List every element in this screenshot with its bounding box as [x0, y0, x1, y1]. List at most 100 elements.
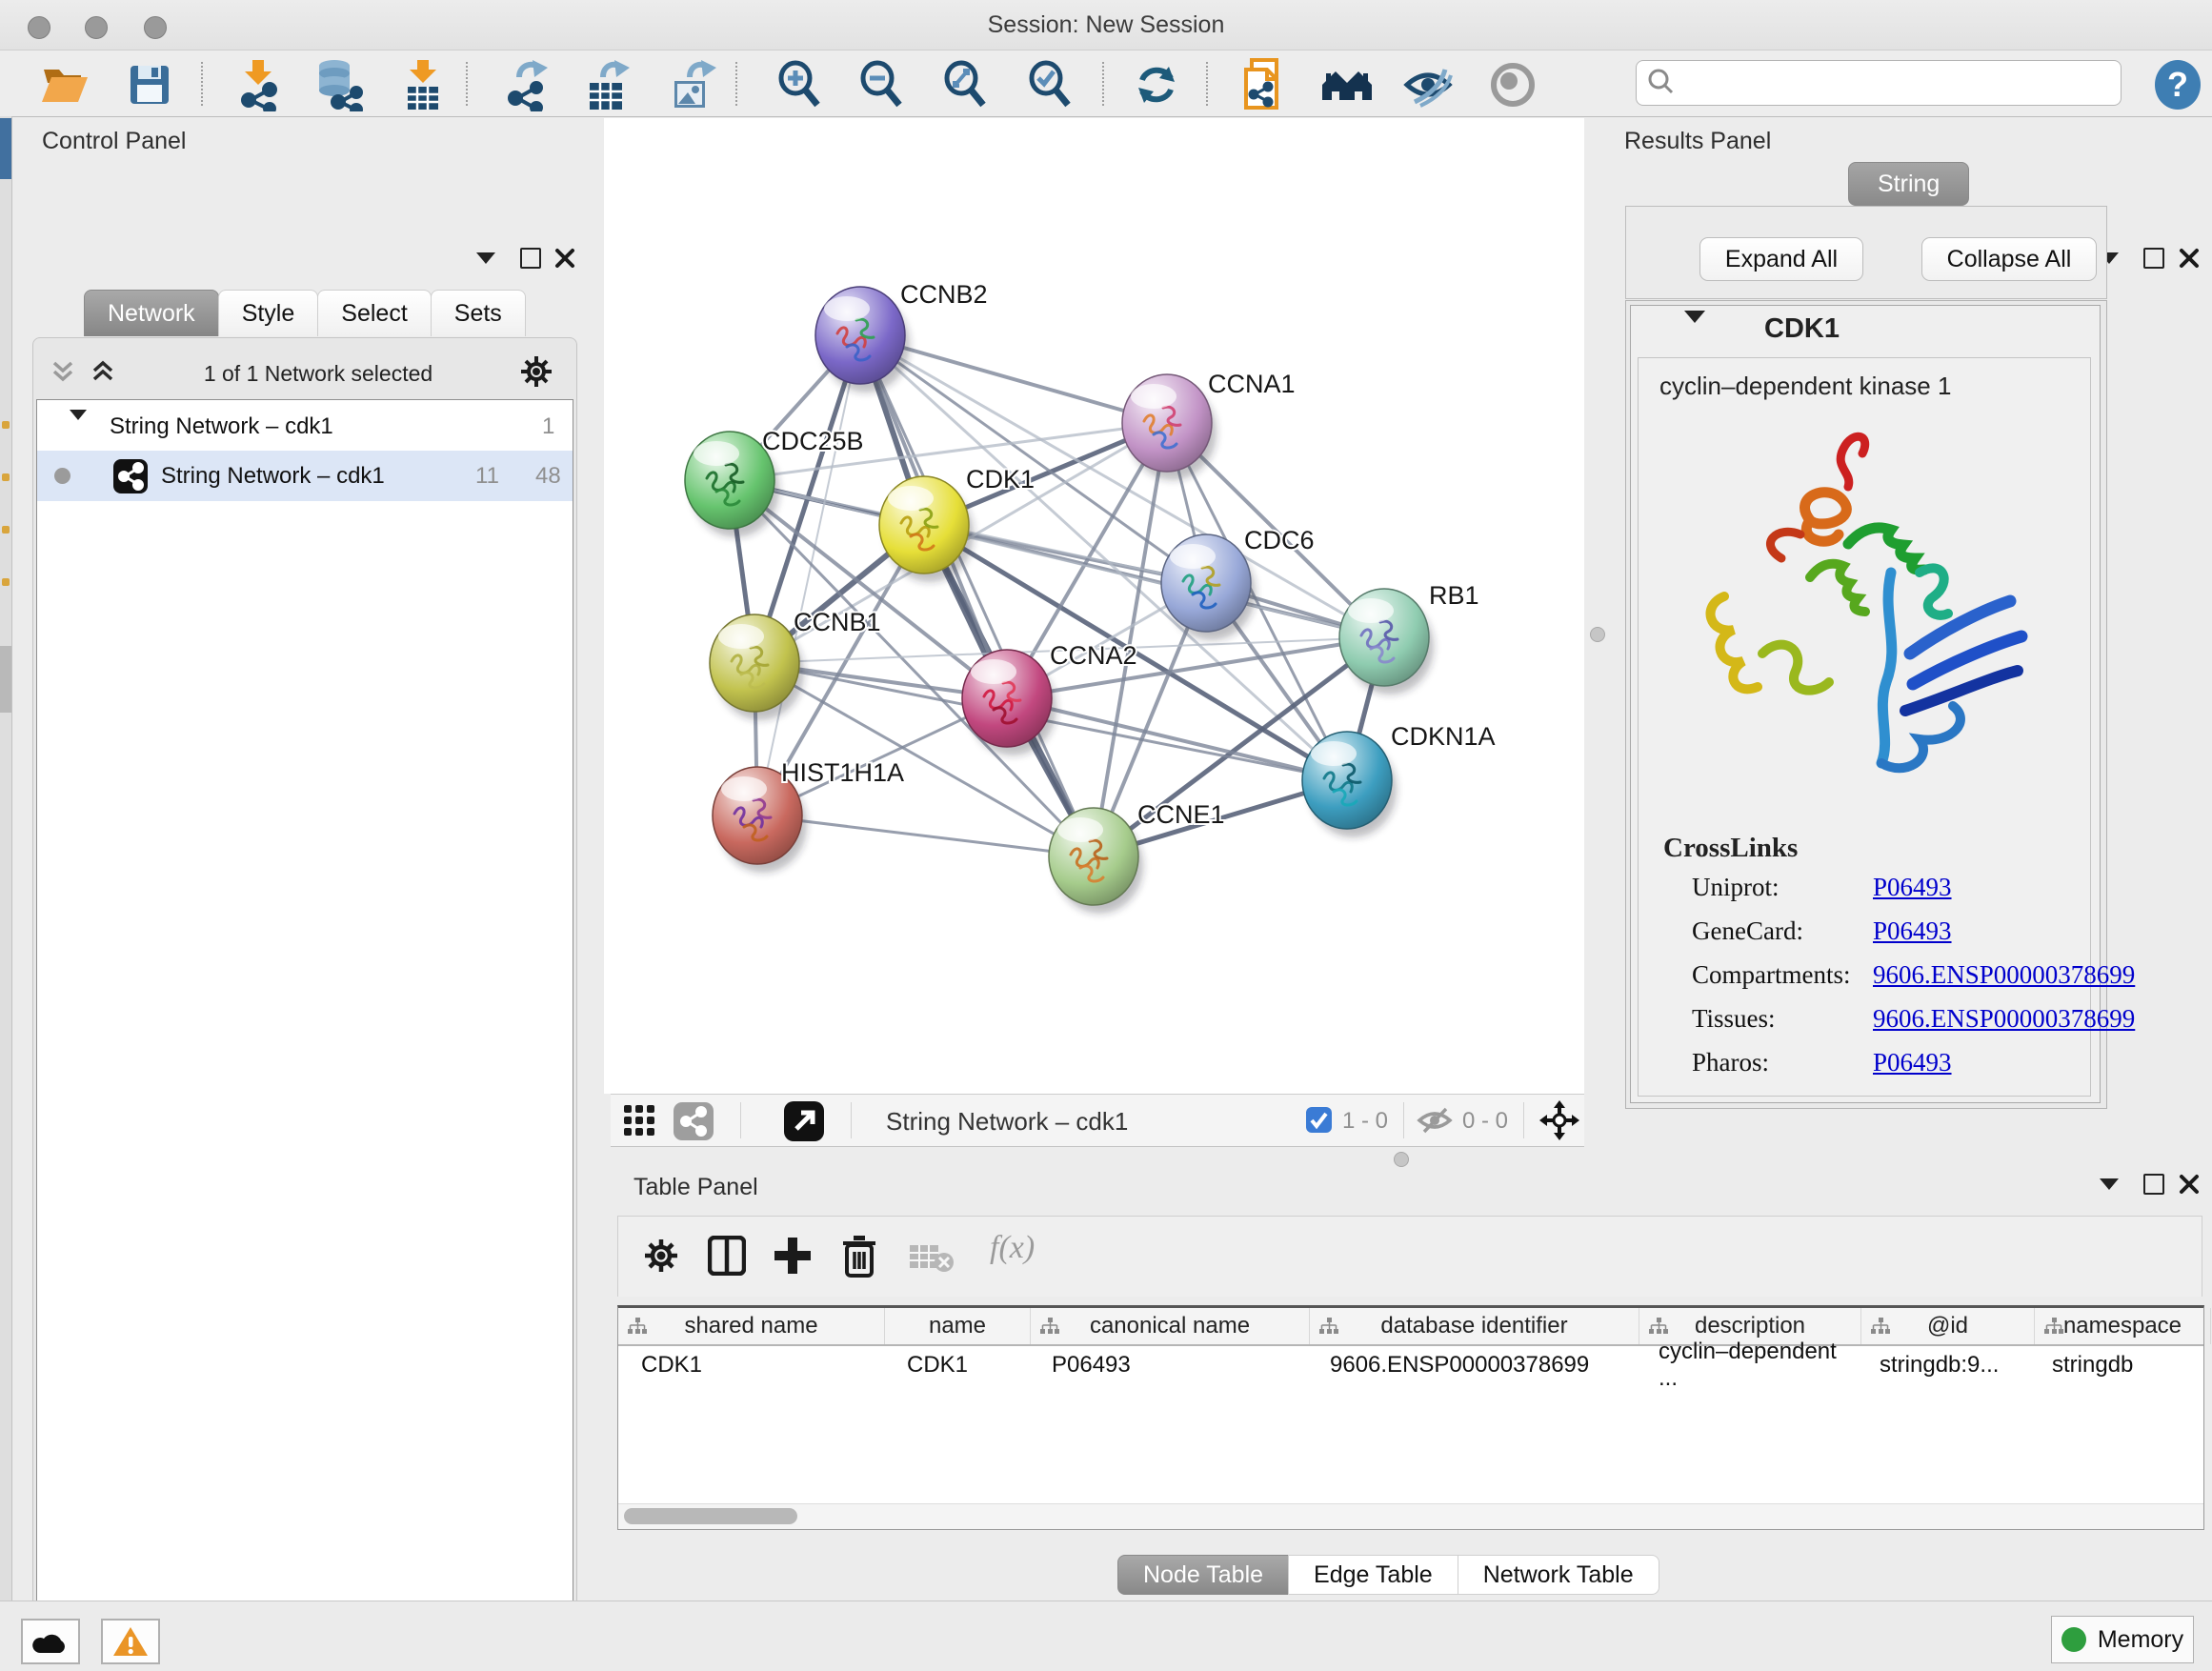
crosslink-link[interactable]: P06493	[1873, 1048, 1952, 1077]
function-builder-icon[interactable]: f(x)	[990, 1230, 1035, 1266]
column-header-namespace[interactable]: namespace	[2035, 1308, 2211, 1344]
birdseye-navigator-icon[interactable]	[1539, 1100, 1579, 1145]
table-panel-float-icon[interactable]	[2138, 1172, 2170, 1197]
network-graph[interactable]: CCNB2CCNA1CDC25BCDK1CDC6RB1CCNB1CCNA2CDK…	[604, 118, 1584, 1094]
hide-selected-eye-icon[interactable]	[1401, 58, 1455, 111]
hidden-eye-icon[interactable]	[1417, 1105, 1453, 1140]
tab-select[interactable]: Select	[317, 290, 431, 336]
control-panel-float-icon[interactable]	[514, 246, 547, 271]
tab-edge-table[interactable]: Edge Table	[1288, 1555, 1458, 1595]
results-panel-close-icon[interactable]	[2173, 246, 2205, 271]
table-cell[interactable]: stringdb:9...	[1857, 1346, 2029, 1384]
save-session-icon[interactable]	[123, 58, 176, 111]
open-in-window-icon[interactable]	[784, 1101, 824, 1146]
node-label-HIST1H1A: HIST1H1A	[781, 758, 904, 787]
crosslink-link[interactable]: 9606.ENSP00000378699	[1873, 960, 2135, 990]
network-node-count: 11	[475, 463, 499, 490]
tab-string[interactable]: String	[1848, 162, 1969, 206]
protein-name: CDK1	[1764, 313, 1840, 345]
table-panel-collapse-icon[interactable]	[2093, 1172, 2125, 1197]
tab-node-table[interactable]: Node Table	[1117, 1555, 1289, 1595]
network-collection-list: String Network – cdk1 1 String Network –…	[36, 399, 573, 1671]
share-view-icon[interactable]	[674, 1102, 714, 1145]
results-panel-float-icon[interactable]	[2138, 246, 2170, 271]
show-graphics-details-eye-icon[interactable]	[1486, 58, 1539, 111]
table-settings-gear-icon[interactable]	[643, 1238, 679, 1278]
import-table-icon[interactable]	[396, 58, 450, 111]
control-panel-close-icon[interactable]	[549, 246, 581, 271]
section-expander-icon[interactable]	[1684, 323, 1705, 340]
table-cell[interactable]: stringdb	[2029, 1346, 2204, 1384]
application-window: Session: New Session	[0, 0, 2212, 1671]
table-panel-close-icon[interactable]	[2173, 1172, 2205, 1197]
table-cell[interactable]: P06493	[1029, 1346, 1307, 1384]
toolbar-separator	[466, 62, 468, 106]
network-row-selected[interactable]: String Network – cdk1 11 48	[37, 451, 573, 501]
table-cell[interactable]: 9606.ENSP00000378699	[1307, 1346, 1636, 1384]
node-label-CCNB2: CCNB2	[900, 280, 988, 309]
table-cell[interactable]: CDK1	[884, 1346, 1029, 1384]
tab-network-table[interactable]: Network Table	[1458, 1555, 1659, 1595]
add-column-icon[interactable]	[773, 1236, 813, 1280]
expand-all-button[interactable]: Expand All	[1699, 237, 1863, 281]
export-image-icon[interactable]	[665, 58, 718, 111]
column-header-canonical-name[interactable]: canonical name	[1031, 1308, 1310, 1344]
network-collection-row[interactable]: String Network – cdk1 1	[37, 403, 573, 451]
protein-section: CDK1 cyclin–dependent kinase 1	[1630, 305, 2101, 1103]
edge-CCNB2-HIST1H1A[interactable]	[757, 335, 860, 815]
protein-section-header[interactable]: CDK1	[1631, 306, 2100, 355]
warnings-button[interactable]	[101, 1619, 160, 1664]
help-icon[interactable]: ?	[2151, 58, 2204, 111]
table-row[interactable]: CDK1CDK1P064939606.ENSP00000378699cyclin…	[618, 1346, 2203, 1384]
node-table[interactable]: shared namenamecanonical namedatabase id…	[617, 1305, 2204, 1530]
crosslink-link[interactable]: P06493	[1873, 873, 1952, 902]
home-icon[interactable]	[1320, 58, 1374, 111]
clone-network-icon[interactable]	[1237, 58, 1290, 111]
collapse-all-chevrons-icon[interactable]	[90, 357, 116, 391]
protein-details: cyclin–dependent kinase 1	[1638, 357, 2091, 1097]
selected-checkbox-icon[interactable]	[1306, 1107, 1332, 1137]
import-network-database-icon[interactable]	[312, 58, 365, 111]
hidden-count: 0 - 0	[1462, 1108, 1508, 1135]
delete-column-trash-icon[interactable]	[841, 1234, 877, 1282]
search-box[interactable]	[1636, 60, 2122, 106]
table-cell[interactable]: CDK1	[618, 1346, 884, 1384]
panel-splitter-handle[interactable]	[1590, 627, 1605, 642]
results-buttons-strip: Expand All Collapse All	[1625, 206, 2107, 299]
column-header-name[interactable]: name	[885, 1308, 1031, 1344]
memory-button[interactable]: Memory	[2051, 1616, 2194, 1663]
search-input[interactable]	[1684, 63, 2121, 103]
edge-HIST1H1A-CCNE1[interactable]	[757, 815, 1094, 856]
open-session-icon[interactable]	[38, 58, 91, 111]
panel-splitter-handle[interactable]	[1394, 1152, 1409, 1167]
network-options-gear-icon[interactable]	[520, 355, 553, 393]
tab-style[interactable]: Style	[218, 290, 319, 336]
expand-all-chevrons-icon[interactable]	[50, 357, 76, 391]
scrollbar-thumb[interactable]	[624, 1508, 797, 1524]
cloud-button[interactable]	[21, 1619, 80, 1664]
column-header-shared-name[interactable]: shared name	[618, 1308, 885, 1344]
zoom-fit-icon[interactable]	[939, 58, 993, 111]
crosslink-link[interactable]: P06493	[1873, 916, 1952, 946]
memory-label: Memory	[2098, 1626, 2183, 1654]
collection-expander-icon[interactable]	[70, 420, 87, 437]
zoom-in-icon[interactable]	[774, 58, 827, 111]
delete-table-icon[interactable]	[910, 1241, 954, 1278]
export-table-icon[interactable]	[580, 58, 633, 111]
grid-view-icon[interactable]	[624, 1105, 656, 1142]
export-network-icon[interactable]	[498, 58, 552, 111]
table-cell[interactable]: cyclin–dependent ...	[1636, 1346, 1857, 1384]
tab-network[interactable]: Network	[84, 290, 219, 336]
tab-sets[interactable]: Sets	[431, 290, 526, 336]
column-header-database-identifier[interactable]: database identifier	[1310, 1308, 1639, 1344]
crosslink-link[interactable]: 9606.ENSP00000378699	[1873, 1004, 2135, 1034]
show-columns-icon[interactable]	[708, 1236, 746, 1280]
zoom-selected-icon[interactable]	[1024, 58, 1077, 111]
zoom-out-icon[interactable]	[855, 58, 909, 111]
column-header--id[interactable]: @id	[1861, 1308, 2035, 1344]
import-network-icon[interactable]	[231, 58, 285, 111]
control-panel-collapse-icon[interactable]	[470, 246, 502, 271]
table-horizontal-scrollbar[interactable]	[618, 1503, 2203, 1529]
collapse-all-button[interactable]: Collapse All	[1921, 237, 2097, 281]
refresh-icon[interactable]	[1130, 58, 1183, 111]
